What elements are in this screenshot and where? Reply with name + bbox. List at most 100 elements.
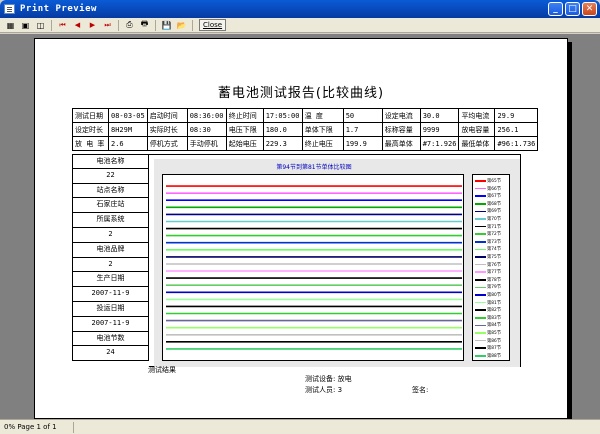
legend-item: 第78节 bbox=[475, 277, 501, 283]
info-value: #7:1.926 bbox=[419, 136, 460, 151]
legend-item: 第65节 bbox=[475, 178, 501, 184]
save-icon[interactable]: 💾 bbox=[160, 19, 173, 31]
info-value: 08-03-05 bbox=[108, 108, 148, 123]
legend-swatch bbox=[475, 180, 486, 182]
info-value: 256.1 bbox=[494, 122, 539, 137]
legend-swatch bbox=[475, 339, 486, 342]
chart-plot bbox=[162, 174, 464, 361]
legend-label: 第68节 bbox=[487, 201, 502, 207]
close-button[interactable]: Close bbox=[199, 19, 227, 31]
info-value: 手动停机 bbox=[186, 136, 227, 151]
signature-label: 签名: bbox=[412, 386, 429, 394]
legend-swatch bbox=[475, 324, 486, 327]
legend-item: 第80节 bbox=[475, 292, 501, 298]
legend-swatch bbox=[475, 248, 486, 251]
battery-field-value: 22 bbox=[72, 168, 149, 184]
legend-label: 第74节 bbox=[487, 247, 502, 253]
legend-item: 第68节 bbox=[475, 201, 501, 207]
battery-field-label: 所属系统 bbox=[72, 213, 149, 228]
legend-label: 第66节 bbox=[487, 186, 502, 192]
legend-label: 第81节 bbox=[487, 300, 502, 306]
legend-swatch bbox=[475, 294, 486, 296]
info-label: 实际时长 bbox=[146, 122, 188, 137]
battery-field-value: 2 bbox=[72, 257, 149, 273]
legend-label: 第70节 bbox=[487, 217, 502, 222]
info-label: 放 电 率 bbox=[72, 136, 109, 151]
legend-label: 第67节 bbox=[487, 194, 502, 200]
legend-label: 第87节 bbox=[487, 346, 502, 352]
last-page-icon[interactable]: ⏭ bbox=[101, 19, 114, 31]
legend-item: 第76节 bbox=[475, 262, 501, 268]
info-label: 停机方式 bbox=[146, 136, 188, 151]
legend-label: 第86节 bbox=[487, 338, 502, 344]
legend-item: 第79节 bbox=[475, 284, 501, 290]
info-value: 50 bbox=[342, 108, 383, 123]
preview-area[interactable]: 蓄电池测试报告(比较曲线) 测试日期 08-03-05 启动时间 08:36:00 终止… bbox=[0, 34, 600, 419]
legend-swatch bbox=[475, 203, 486, 205]
battery-info-column: 电池名称 22 站点名称 石家庄站 所属系统 2 电池品牌 2 生产日期 2007-11-9 投运日… bbox=[72, 154, 149, 369]
legend-item: 第77节 bbox=[475, 269, 501, 275]
legend-label: 第83节 bbox=[487, 315, 502, 321]
page-setup-icon[interactable]: ▦ bbox=[4, 19, 17, 31]
battery-field-value: 2007-11-9 bbox=[72, 287, 149, 302]
info-value: 229.3 bbox=[262, 136, 303, 151]
legend-swatch bbox=[475, 241, 486, 243]
first-page-icon[interactable]: ⏮ bbox=[56, 19, 69, 31]
legend-item: 第73节 bbox=[475, 239, 501, 245]
legend-label: 第71节 bbox=[487, 224, 502, 230]
info-label: 最高单体 bbox=[381, 136, 421, 151]
info-label: 启动时间 bbox=[146, 108, 188, 123]
two-page-icon[interactable]: ◫ bbox=[34, 19, 47, 31]
legend-swatch bbox=[475, 355, 486, 357]
comparison-chart: 第94节到第81节单体比较图 第65节 第66节 第67节 第68节 第69节 第70节第… bbox=[154, 159, 520, 367]
info-row: 放 电 率 2.6 停机方式 手动停机 起始电压 229.3 终止电压 199.9 最高单体 #7… bbox=[72, 136, 539, 151]
info-value: 29.9 bbox=[494, 108, 539, 123]
info-value: 199.9 bbox=[342, 136, 383, 151]
legend-swatch bbox=[475, 210, 486, 213]
battery-field-label: 电池品牌 bbox=[72, 242, 149, 258]
info-label: 设定时长 bbox=[72, 122, 109, 137]
status-bar: 0% Page 1 of 1 bbox=[0, 419, 600, 434]
info-value: 17:05:00 bbox=[262, 108, 303, 123]
legend-item: 第66节 bbox=[475, 186, 501, 192]
minimize-button[interactable]: _ bbox=[548, 2, 563, 16]
toolbar-separator bbox=[118, 19, 119, 31]
status-separator bbox=[73, 422, 74, 433]
next-page-icon[interactable]: ▶ bbox=[86, 19, 99, 31]
close-window-button[interactable]: ✕ bbox=[582, 2, 597, 16]
legend-label: 第88节 bbox=[487, 353, 502, 359]
battery-field-label: 投运日期 bbox=[72, 301, 149, 317]
legend-swatch bbox=[475, 286, 486, 289]
legend-item: 第67节 bbox=[475, 193, 501, 199]
legend-label: 第75节 bbox=[487, 255, 502, 260]
battery-field-value: 2 bbox=[72, 227, 149, 243]
info-label: 设定电流 bbox=[381, 108, 421, 123]
toolbar-separator bbox=[155, 19, 156, 31]
info-label: 单体下限 bbox=[301, 122, 344, 137]
print-icon[interactable]: 🖶 bbox=[138, 19, 151, 31]
info-value: 08:36:00 bbox=[186, 108, 227, 123]
battery-field-value: 石家庄站 bbox=[72, 198, 149, 214]
toolbar: ▦ ▣ ◫ ⏮ ◀ ▶ ⏭ ⎙ 🖶 💾 📂 Close bbox=[0, 18, 600, 33]
window-title: Print Preview bbox=[20, 4, 97, 14]
legend-swatch bbox=[475, 233, 486, 235]
info-label: 电压下限 bbox=[225, 122, 264, 137]
info-label: 温 度 bbox=[301, 108, 344, 123]
maximize-button[interactable]: □ bbox=[565, 2, 580, 16]
prev-page-icon[interactable]: ◀ bbox=[71, 19, 84, 31]
battery-field-value: 2007-11-9 bbox=[72, 316, 149, 332]
chart-legend: 第65节 第66节 第67节 第68节 第69节 第70节 第71节 第72节 第73节 第74节… bbox=[472, 174, 510, 361]
legend-label: 第77节 bbox=[487, 270, 502, 276]
legend-swatch bbox=[475, 279, 486, 281]
legend-label: 第85节 bbox=[487, 331, 502, 336]
legend-item: 第74节 bbox=[475, 246, 501, 252]
legend-item: 第71节 bbox=[475, 224, 501, 230]
print-setup-icon[interactable]: ⎙ bbox=[123, 19, 136, 31]
title-bar: Print Preview _ □ ✕ bbox=[0, 0, 600, 18]
report-page: 蓄电池测试报告(比较曲线) 测试日期 08-03-05 启动时间 08:36:00 终止… bbox=[34, 38, 568, 419]
open-icon[interactable]: 📂 bbox=[175, 19, 188, 31]
one-page-icon[interactable]: ▣ bbox=[19, 19, 32, 31]
legend-swatch bbox=[475, 187, 486, 190]
legend-swatch bbox=[475, 301, 486, 304]
legend-swatch bbox=[475, 271, 486, 273]
